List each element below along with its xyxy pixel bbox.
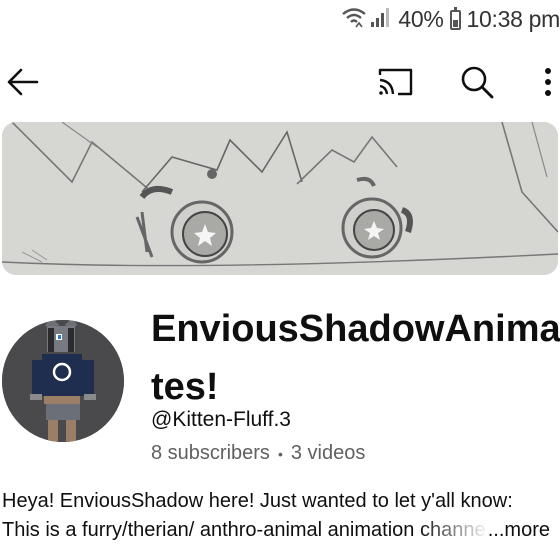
video-count[interactable]: 3 videos	[291, 442, 366, 465]
battery-icon	[449, 6, 461, 30]
channel-avatar[interactable]	[2, 320, 124, 442]
more-options-button[interactable]	[528, 62, 560, 102]
channel-description[interactable]: Heya! EnviousShadow here! Just wanted to…	[2, 487, 558, 545]
channel-name: EnviousShadowAnimates!	[151, 308, 560, 408]
status-icons	[341, 6, 392, 33]
signal-icon	[370, 6, 392, 33]
description-line-1: Heya! EnviousShadow here! Just wanted to…	[2, 490, 513, 512]
channel-page: 40% 10:38 pm EnviousShadowAnimates! @Kit…	[0, 0, 560, 560]
top-app-bar	[0, 58, 560, 106]
channel-banner	[2, 122, 558, 275]
status-bar: 40% 10:38 pm	[0, 0, 560, 42]
back-arrow-icon	[7, 68, 39, 96]
back-button[interactable]	[2, 62, 42, 102]
channel-stats: 8 subscribers • 3 videos	[151, 442, 365, 465]
description-line-2: This is a furry/therian/ anthro-animal a…	[2, 519, 491, 541]
subscriber-count: 8 subscribers	[151, 442, 270, 464]
more-link[interactable]: ...more	[485, 516, 550, 545]
status-right: 40% 10:38 pm	[341, 6, 560, 33]
description-fade	[420, 516, 490, 545]
stats-separator: •	[277, 445, 283, 462]
description-line-2-container: This is a furry/therian/ anthro-animal a…	[2, 516, 558, 545]
search-icon	[461, 66, 494, 99]
more-vert-icon	[545, 68, 551, 96]
avatar-character-image	[2, 320, 124, 442]
channel-handle: @Kitten-Fluff.3	[151, 408, 291, 431]
banner-sketch-image	[2, 122, 558, 275]
battery-percent: 40%	[398, 6, 444, 32]
wifi-icon	[341, 6, 367, 33]
cast-button[interactable]	[376, 62, 416, 102]
search-button[interactable]	[457, 62, 497, 102]
clock: 10:38 pm	[466, 6, 560, 32]
cast-icon	[378, 68, 413, 96]
